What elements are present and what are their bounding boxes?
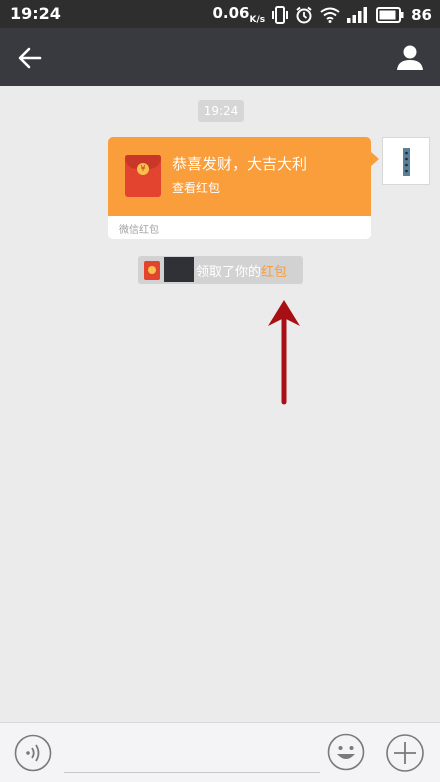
bubble-tail — [370, 151, 379, 167]
network-speed: 0.06K/s — [212, 4, 265, 25]
battery-icon — [376, 6, 404, 23]
avatar[interactable] — [382, 137, 430, 185]
text-input[interactable] — [64, 772, 320, 773]
red-packet-title: 恭喜发财，大吉大利 — [172, 155, 308, 173]
red-packet-body: ¥ 恭喜发财，大吉大利 查看红包 — [108, 137, 371, 216]
alarm-icon — [296, 6, 312, 23]
message-timestamp: 19:24 — [198, 100, 244, 122]
red-packet-received-notice: 领取了你的红包 — [138, 256, 303, 284]
notice-text: 领取了你的红包 — [196, 261, 287, 280]
battery-level: 86 — [411, 5, 432, 24]
nav-bar — [0, 28, 440, 86]
profile-icon[interactable] — [394, 41, 426, 73]
red-packet-message[interactable]: ¥ 恭喜发财，大吉大利 查看红包 微信红包 — [108, 137, 371, 239]
red-packet-small-icon — [144, 261, 160, 280]
vibrate-icon — [272, 5, 289, 24]
red-packet-footer: 微信红包 — [119, 225, 159, 236]
redacted-name — [164, 257, 194, 282]
red-packet-link[interactable]: 红包 — [261, 265, 287, 280]
avatar-image — [403, 148, 410, 176]
network-speed-value: 0.06 — [212, 4, 250, 22]
voice-icon[interactable] — [14, 734, 52, 772]
red-packet-action: 查看红包 — [172, 181, 221, 195]
signal-icon — [347, 6, 368, 23]
status-icons: 0.06K/s 86 — [212, 4, 432, 25]
red-packet-coin: ¥ — [137, 163, 149, 175]
red-packet-icon: ¥ — [125, 155, 161, 197]
input-bar — [0, 722, 440, 782]
status-bar: 19:24 0.06K/s 86 — [0, 0, 440, 28]
status-time: 19:24 — [10, 4, 61, 23]
notice-message: 领取了你的 — [196, 265, 262, 280]
annotation-arrow-icon — [268, 300, 300, 405]
back-arrow-icon[interactable] — [14, 42, 46, 74]
plus-icon[interactable] — [385, 733, 425, 773]
wifi-icon — [320, 7, 340, 23]
network-speed-unit: K/s — [249, 15, 266, 25]
emoji-icon[interactable] — [327, 733, 365, 771]
